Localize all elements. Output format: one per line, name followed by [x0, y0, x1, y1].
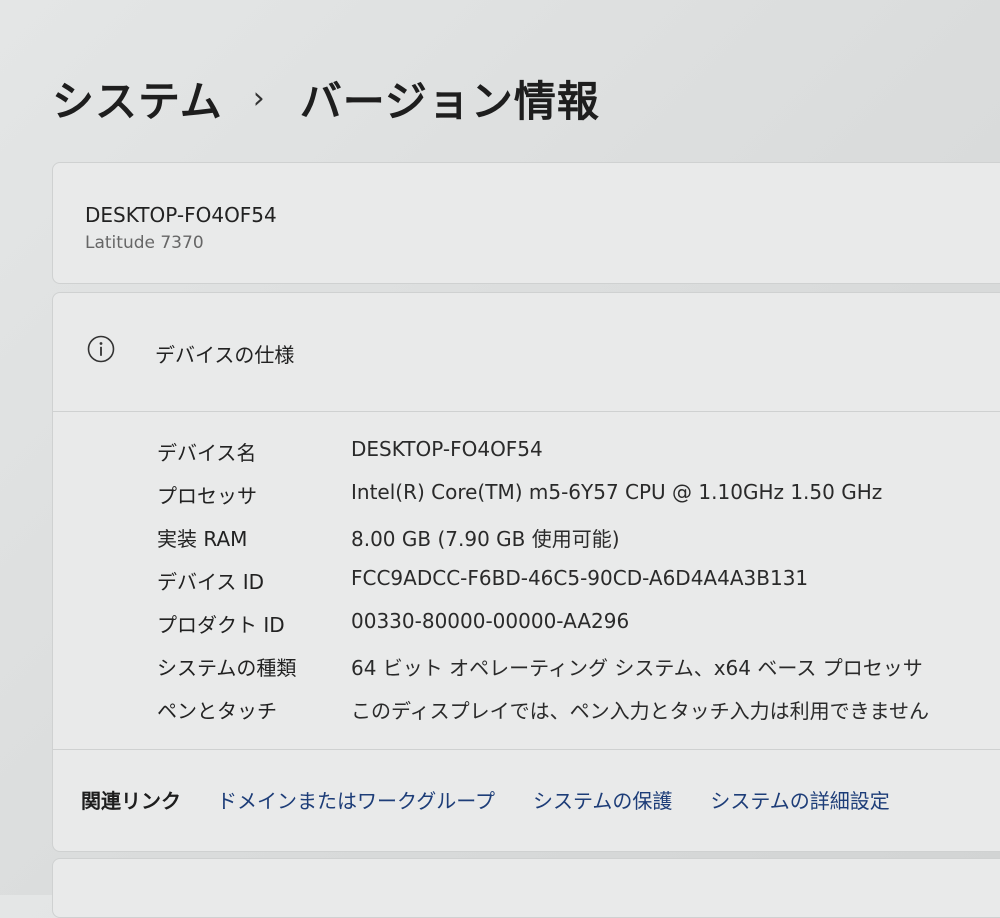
- breadcrumb: システム › バージョン情報: [52, 68, 600, 129]
- spec-label: システムの種類: [157, 656, 297, 680]
- spec-row-processor: プロセッサ Intel(R) Core(TM) m5-6Y57 CPU @ 1.…: [157, 480, 1000, 520]
- device-specs-header[interactable]: デバイスの仕様: [53, 293, 1000, 412]
- domain-workgroup-link[interactable]: ドメインまたはワークグループ: [217, 785, 495, 814]
- advanced-system-settings-link[interactable]: システムの詳細設定: [710, 785, 889, 814]
- related-links: 関連リンク ドメインまたはワークグループ システムの保護 システムの詳細設定: [81, 785, 928, 814]
- next-card: [52, 858, 1000, 918]
- spec-row-ram: 実装 RAM 8.00 GB (7.90 GB 使用可能): [157, 523, 1000, 563]
- info-icon: [87, 335, 115, 363]
- spec-label: 実装 RAM: [157, 527, 248, 551]
- spec-value: このディスプレイでは、ペン入力とタッチ入力は利用できません: [351, 699, 929, 723]
- spec-row-product-id: プロダクト ID 00330-80000-00000-AA296: [157, 609, 1000, 649]
- related-links-label: 関連リンク: [81, 789, 181, 813]
- breadcrumb-separator-icon: ›: [252, 81, 266, 116]
- spec-row-pen-touch: ペンとタッチ このディスプレイでは、ペン入力とタッチ入力は利用できません: [157, 695, 1000, 735]
- device-name: DESKTOP-FO4OF54: [85, 203, 277, 227]
- spec-label: プロセッサ: [157, 484, 257, 508]
- spec-value: DESKTOP-FO4OF54: [351, 437, 543, 461]
- spec-value: 8.00 GB (7.90 GB 使用可能): [351, 527, 620, 551]
- spec-label: プロダクト ID: [157, 613, 285, 637]
- divider: [53, 749, 1000, 750]
- spec-value: Intel(R) Core(TM) m5-6Y57 CPU @ 1.10GHz …: [351, 480, 883, 504]
- spec-value: 00330-80000-00000-AA296: [351, 609, 630, 633]
- spec-label: ペンとタッチ: [157, 699, 277, 723]
- device-model: Latitude 7370: [85, 233, 204, 253]
- spec-row-system-type: システムの種類 64 ビット オペレーティング システム、x64 ベース プロセ…: [157, 652, 1000, 692]
- device-name-card: DESKTOP-FO4OF54 Latitude 7370: [52, 162, 1000, 284]
- device-specs-card: デバイスの仕様 デバイス名 DESKTOP-FO4OF54 プロセッサ Inte…: [52, 292, 1000, 852]
- spec-label: デバイス名: [157, 441, 257, 465]
- spec-value: 64 ビット オペレーティング システム、x64 ベース プロセッサ: [351, 656, 923, 680]
- spec-row-device-name: デバイス名 DESKTOP-FO4OF54: [157, 437, 1000, 477]
- device-specs-title: デバイスの仕様: [155, 343, 295, 367]
- spec-row-device-id: デバイス ID FCC9ADCC-F6BD-46C5-90CD-A6D4A4A3…: [157, 566, 1000, 606]
- breadcrumb-parent[interactable]: システム: [52, 68, 223, 129]
- page-title: バージョン情報: [299, 77, 600, 126]
- spec-value: FCC9ADCC-F6BD-46C5-90CD-A6D4A4A3B131: [351, 566, 809, 590]
- system-protection-link[interactable]: システムの保護: [533, 785, 672, 814]
- spec-label: デバイス ID: [157, 570, 265, 594]
